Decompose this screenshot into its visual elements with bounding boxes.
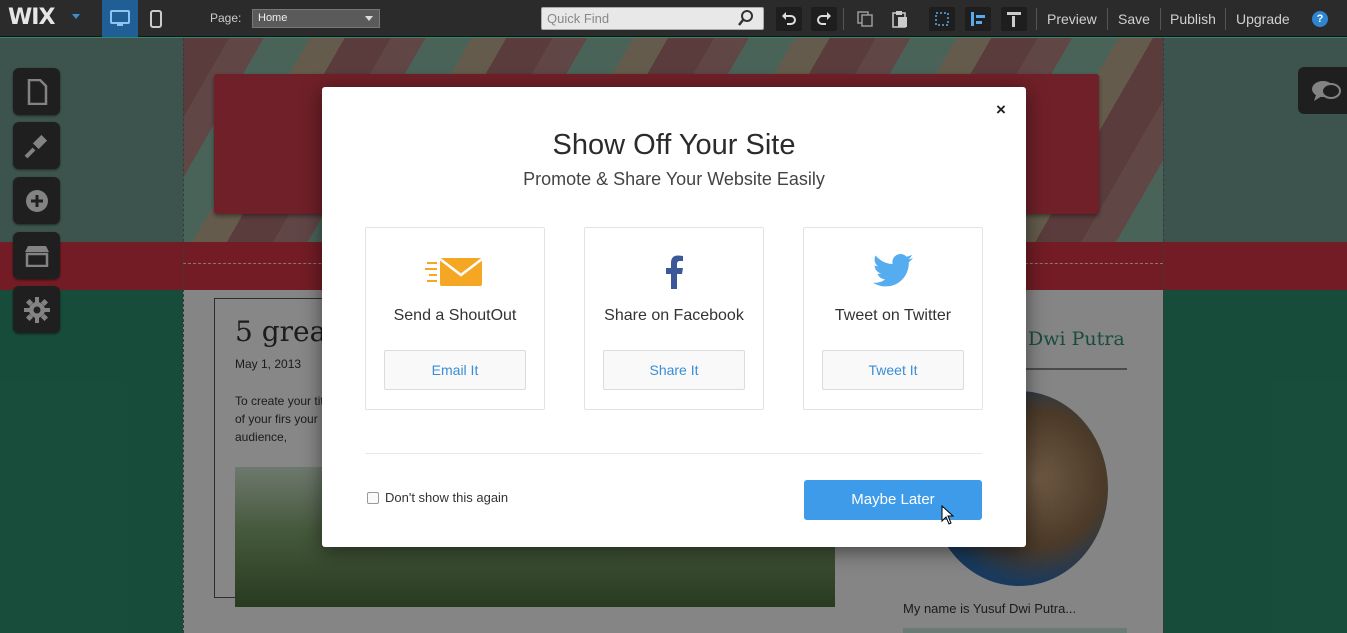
gridlines-icon bbox=[935, 12, 949, 26]
dialog-subtitle: Promote & Share Your Website Easily bbox=[523, 169, 825, 189]
copy-button[interactable] bbox=[852, 7, 878, 31]
search-icon[interactable] bbox=[738, 10, 754, 26]
shoutout-option: Send a ShoutOut Email It bbox=[365, 227, 545, 410]
page-label: Page: bbox=[210, 11, 242, 25]
toolbar-divider bbox=[1225, 8, 1226, 30]
shoutout-label: Send a ShoutOut bbox=[393, 307, 517, 324]
undo-button[interactable] bbox=[776, 7, 802, 31]
copy-icon bbox=[857, 11, 873, 27]
facebook-label: Share on Facebook bbox=[604, 307, 744, 324]
save-link[interactable]: Save bbox=[1118, 11, 1150, 27]
dont-show-checkbox[interactable] bbox=[367, 491, 379, 504]
twitter-label: Tweet on Twitter bbox=[834, 307, 952, 324]
dont-show-again-option[interactable]: Don't show this again bbox=[367, 490, 508, 505]
mobile-icon bbox=[150, 9, 162, 28]
logo-menu-caret-icon[interactable] bbox=[72, 14, 80, 19]
toolbar-divider bbox=[1036, 8, 1037, 30]
ruler-icon bbox=[1007, 12, 1021, 27]
share-it-button[interactable]: Share It bbox=[603, 350, 745, 390]
promote-site-dialog: × Show Off Your Site Promote & Share You… bbox=[322, 87, 1026, 547]
mobile-view-button[interactable] bbox=[138, 0, 174, 37]
preview-link[interactable]: Preview bbox=[1047, 11, 1097, 27]
envelope-icon bbox=[366, 252, 544, 292]
email-it-button[interactable]: Email It bbox=[384, 350, 526, 390]
help-icon[interactable]: ? bbox=[1312, 11, 1328, 27]
toolbar-divider bbox=[1160, 8, 1161, 30]
undo-icon bbox=[782, 12, 796, 25]
page-select[interactable]: Home bbox=[252, 9, 380, 28]
publish-link[interactable]: Publish bbox=[1170, 11, 1216, 27]
redo-button[interactable] bbox=[811, 7, 837, 31]
toolbar-divider bbox=[843, 8, 844, 30]
tweet-it-button[interactable]: Tweet It bbox=[822, 350, 964, 390]
dialog-divider bbox=[365, 453, 982, 454]
wix-logo[interactable]: WIX bbox=[8, 5, 55, 30]
close-icon[interactable]: × bbox=[996, 100, 1006, 120]
editor-toolbar: WIX Page: Home Quick Find Preview Save P… bbox=[0, 0, 1347, 37]
redo-icon bbox=[817, 12, 831, 25]
toolbar-divider bbox=[1107, 8, 1108, 30]
rulers-button[interactable] bbox=[1001, 7, 1027, 31]
paste-button[interactable] bbox=[887, 7, 913, 31]
snap-icon bbox=[971, 12, 985, 26]
maybe-later-button[interactable]: Maybe Later bbox=[804, 480, 982, 520]
chevron-down-icon bbox=[365, 16, 373, 21]
facebook-option: Share on Facebook Share It bbox=[584, 227, 764, 410]
mouse-cursor-icon bbox=[941, 505, 955, 525]
desktop-icon bbox=[110, 9, 130, 26]
gridlines-button[interactable] bbox=[929, 7, 955, 31]
dialog-title: Show Off Your Site bbox=[552, 129, 796, 161]
twitter-option: Tweet on Twitter Tweet It bbox=[803, 227, 983, 410]
page-select-value: Home bbox=[258, 12, 288, 24]
upgrade-link[interactable]: Upgrade bbox=[1236, 11, 1290, 27]
facebook-icon bbox=[585, 252, 763, 292]
twitter-icon bbox=[804, 252, 982, 292]
desktop-view-button[interactable] bbox=[102, 0, 138, 37]
dont-show-label: Don't show this again bbox=[385, 490, 509, 505]
paste-icon bbox=[892, 11, 907, 28]
snap-button[interactable] bbox=[965, 7, 991, 31]
quick-find-input[interactable]: Quick Find bbox=[541, 7, 764, 30]
